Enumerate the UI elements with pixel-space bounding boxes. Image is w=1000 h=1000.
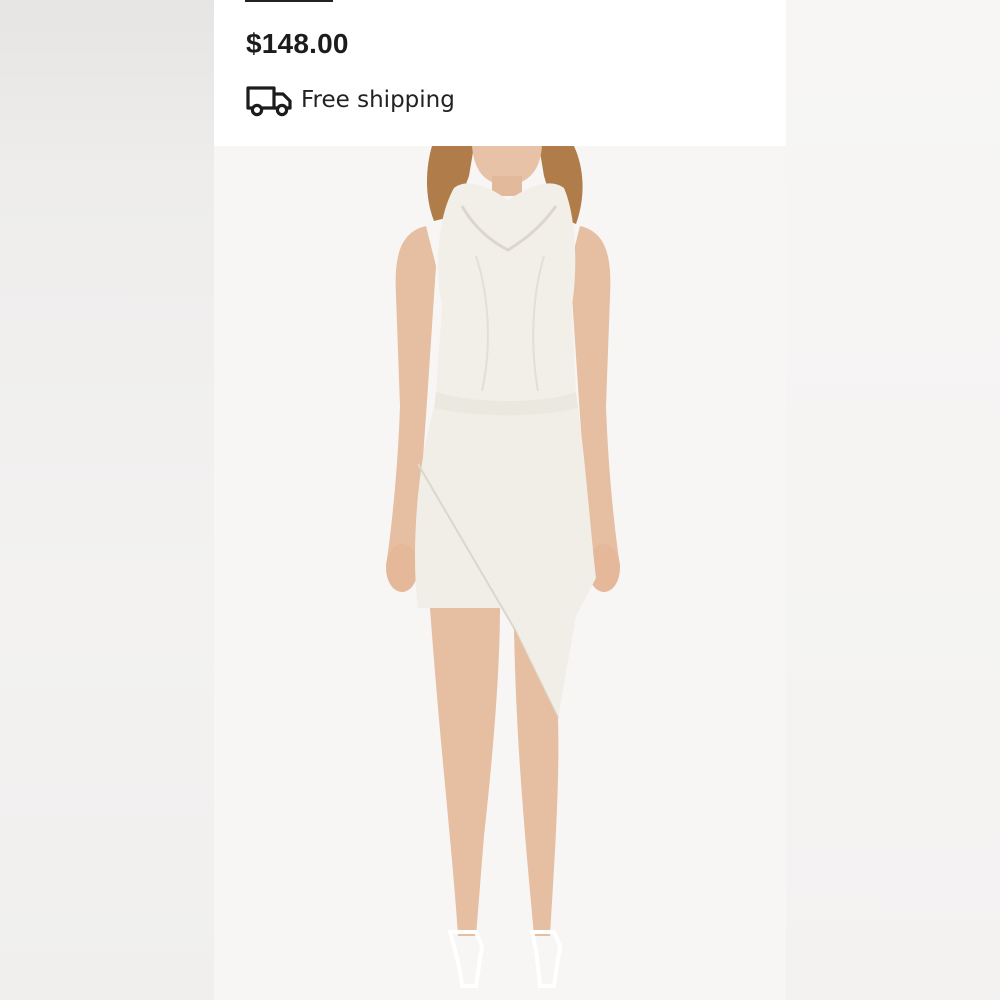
product-header: $148.00 Free shipping	[214, 0, 786, 146]
left-margin-background	[0, 0, 214, 1000]
product-image[interactable]	[214, 146, 786, 1000]
right-margin-background	[786, 0, 1000, 1000]
tab-underline	[245, 0, 333, 2]
shipping-label: Free shipping	[301, 87, 455, 113]
product-price: $148.00	[246, 28, 349, 59]
product-photo	[214, 146, 786, 1000]
truck-icon	[246, 86, 292, 117]
product-panel: $148.00 Free shipping	[214, 0, 786, 1000]
shipping-info: Free shipping	[245, 82, 455, 118]
